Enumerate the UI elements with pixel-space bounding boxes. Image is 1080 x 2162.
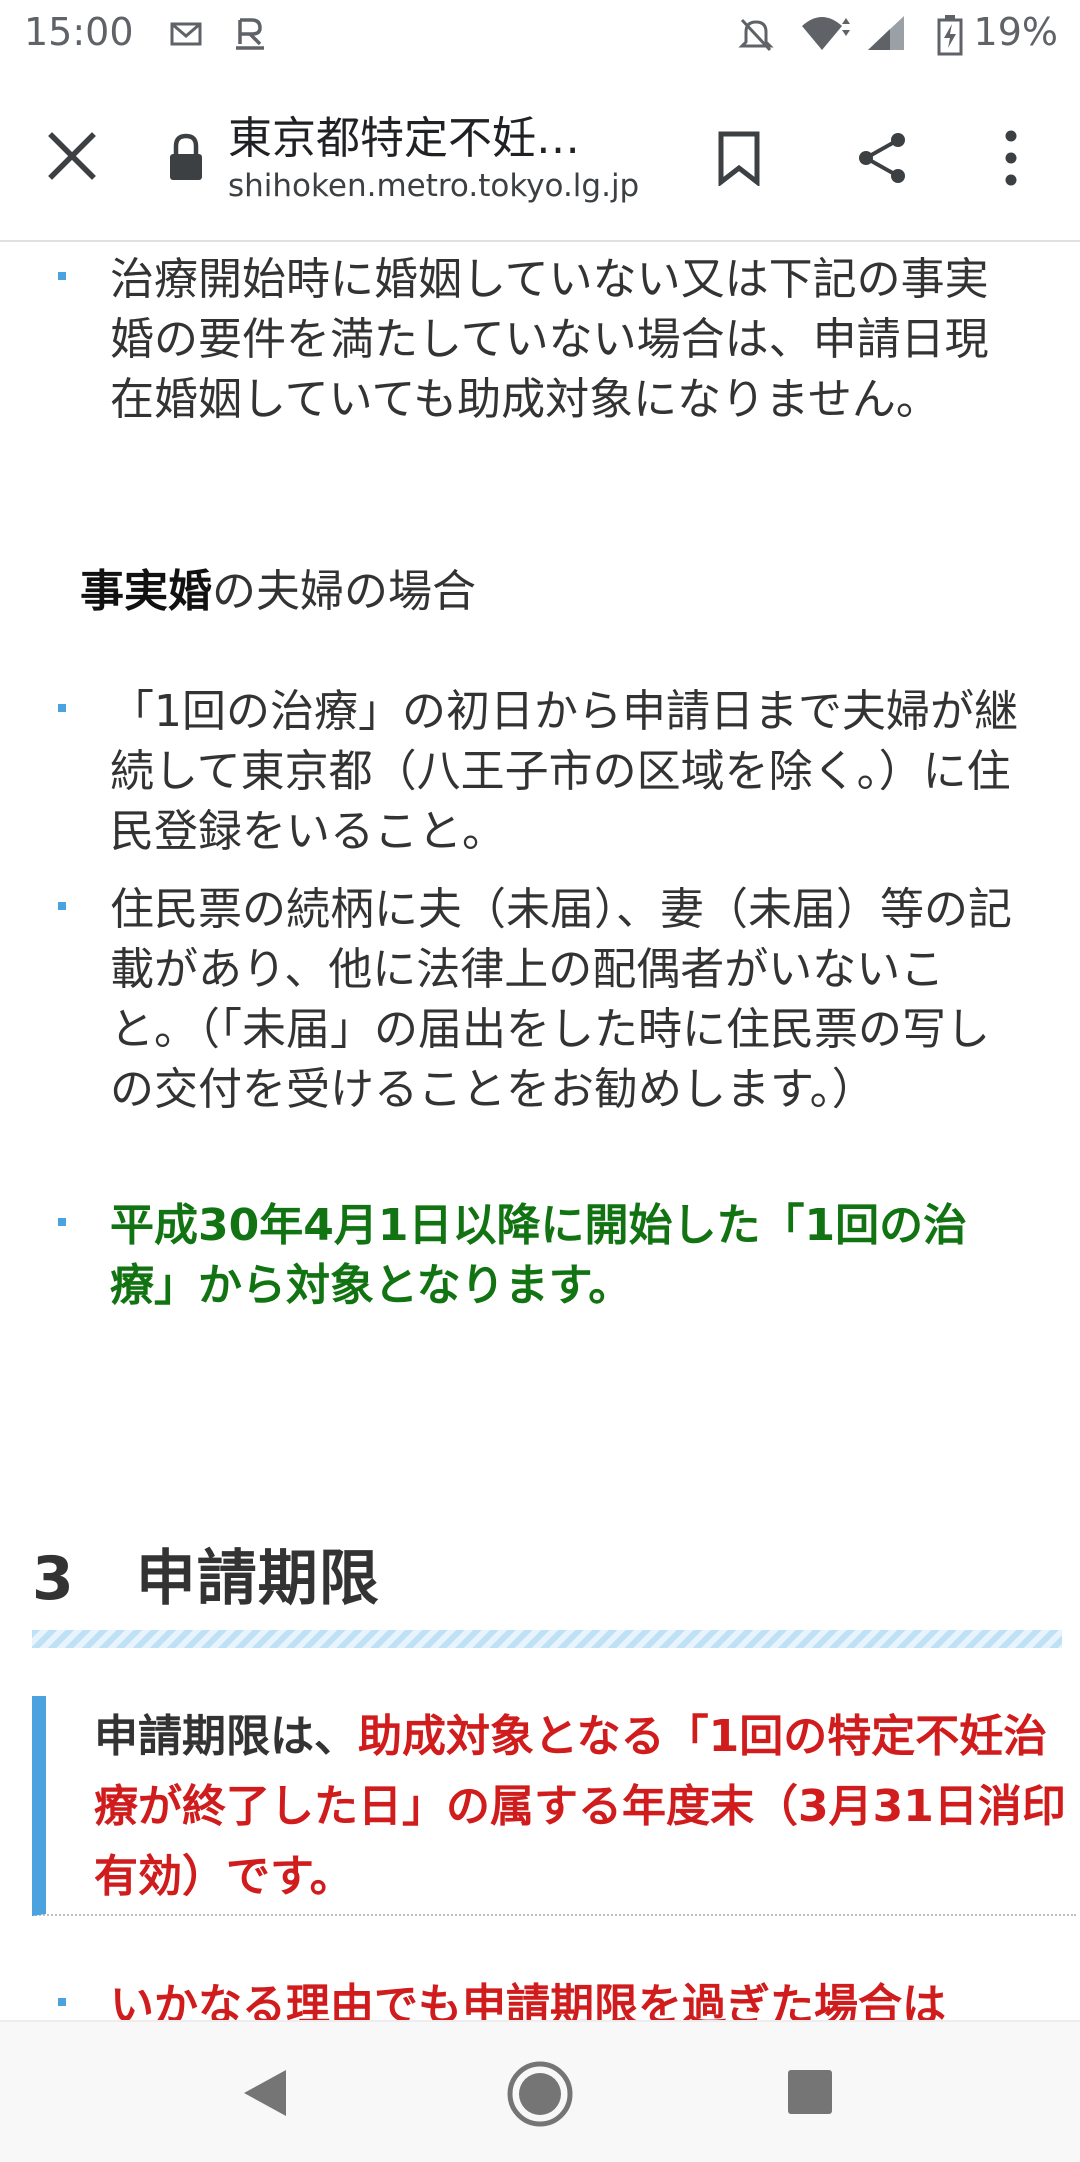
bullet-icon: [58, 1998, 66, 2006]
callout-box: 申請期限は、助成対象となる「1回の特定不妊治療が終了した日」の属する年度末（3月…: [32, 1696, 1076, 1916]
bullet-icon: [58, 272, 66, 280]
section-heading: 3 申請期限: [32, 1544, 380, 1614]
bullet-icon: [58, 1218, 66, 1226]
navigation-bar: [0, 2020, 1080, 2162]
status-bar: 15:00 19%: [0, 0, 1080, 72]
home-icon[interactable]: [506, 2060, 574, 2128]
wifi-icon: [802, 17, 850, 50]
heading-divider: [32, 1630, 1062, 1648]
recents-icon[interactable]: [786, 2068, 834, 2116]
sub-heading: 事実婚の夫婦の場合: [80, 566, 476, 617]
bookmark-icon[interactable]: [716, 130, 762, 186]
signal-icon: [868, 16, 904, 50]
bullet-icon: [58, 704, 66, 712]
lock-icon[interactable]: [166, 132, 206, 184]
callout-text: 申請期限は、助成対象となる「1回の特定不妊治療が終了した日」の属する年度末（3月…: [94, 1711, 1066, 1902]
list-item: 治療開始時に婚姻していない又は下記の事実婚の要件を満たしていない場合は、申請日現…: [58, 250, 1030, 430]
mail-icon: [170, 22, 202, 46]
battery-icon: [937, 15, 963, 56]
more-options-icon[interactable]: [996, 126, 1026, 190]
list-item: 住民票の続柄に夫（未届）、妻（未届）等の記載があり、他に法律上の配偶者がいないこ…: [58, 880, 1030, 1120]
battery-percent: 19%: [973, 10, 1058, 54]
browser-toolbar: 東京都特定不妊… shihoken.metro.tokyo.lg.jp: [0, 72, 1080, 242]
bullet-icon: [58, 902, 66, 910]
page-title[interactable]: 東京都特定不妊…: [228, 102, 580, 166]
list-item: 平成30年4月1日以降に開始した「1回の治療」から対象となります。: [58, 1196, 1030, 1316]
rakuten-icon: [236, 18, 264, 50]
page-content: 治療開始時に婚姻していない又は下記の事実婚の要件を満たしていない場合は、申請日現…: [0, 240, 1080, 2020]
mute-icon: [738, 18, 774, 52]
status-time: 15:00: [24, 10, 134, 54]
close-icon[interactable]: [44, 128, 100, 184]
url-domain[interactable]: shihoken.metro.tokyo.lg.jp: [228, 168, 648, 204]
list-item: いかなる理由でも申請期限を過ぎた場合は: [58, 1976, 1030, 2020]
list-item: 「1回の治療」の初日から申請日まで夫婦が継続して東京都（八王子市の区域を除く。）…: [58, 682, 1030, 862]
share-icon[interactable]: [852, 128, 912, 188]
back-icon[interactable]: [240, 2066, 290, 2120]
